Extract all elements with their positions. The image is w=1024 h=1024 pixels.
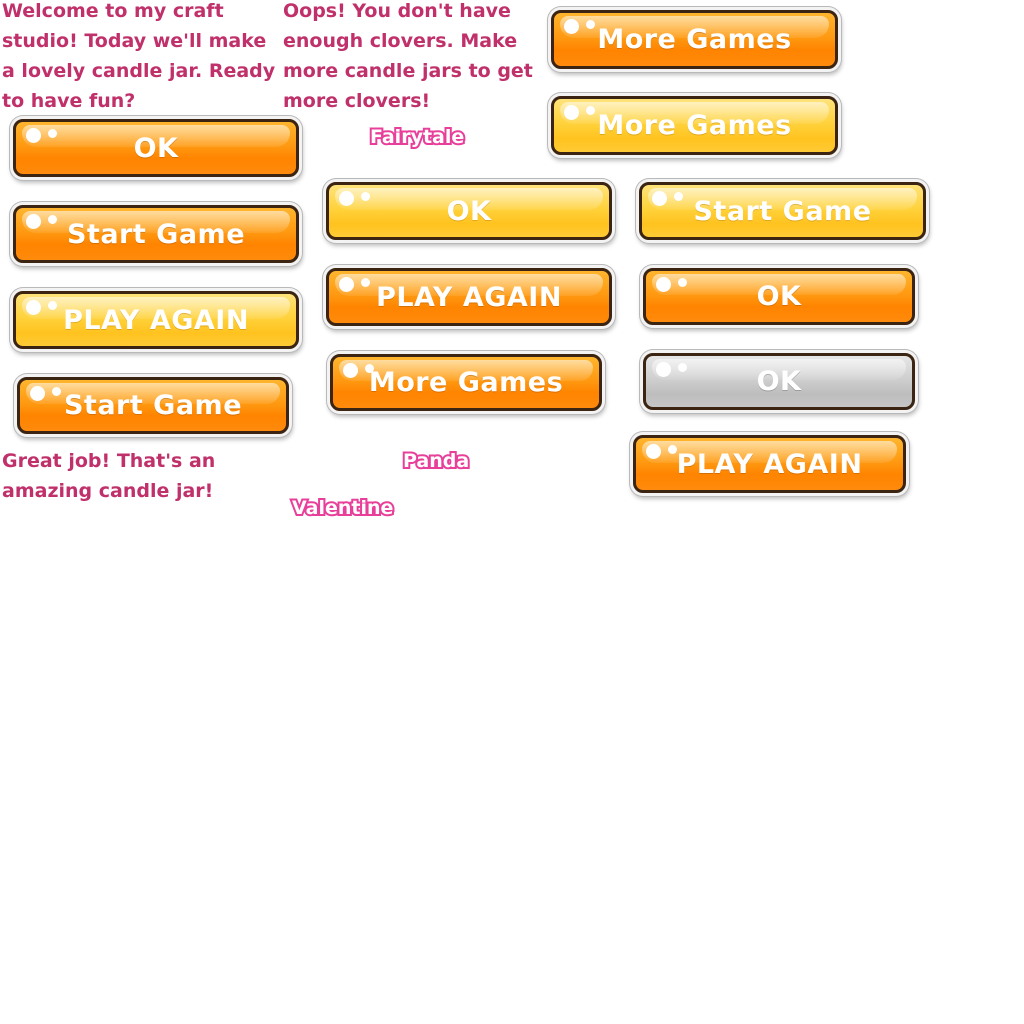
tag-fairytale: Fairytale	[368, 124, 466, 150]
great-job-message: Great job! That's an amazing candle jar!	[2, 450, 216, 502]
shine-dots-decoration	[656, 361, 696, 381]
start-game-button-label: Start Game	[693, 195, 872, 227]
more-games-button-label: More Games	[597, 24, 792, 55]
shine-dots-decoration	[26, 127, 66, 147]
more-games-button[interactable]: More Games	[330, 354, 602, 411]
play-again-button[interactable]: PLAY AGAIN	[13, 291, 299, 349]
ok-button[interactable]: OK	[326, 182, 612, 240]
ok-button[interactable]: OK	[643, 268, 915, 325]
shine-dots-decoration	[339, 276, 379, 296]
start-game-button[interactable]: Start Game	[13, 205, 299, 263]
ok-button-label: OK	[756, 281, 802, 312]
start-game-button-label: Start Game	[63, 390, 243, 421]
shine-dots-decoration	[339, 190, 379, 210]
shine-dots-decoration	[652, 190, 692, 210]
more-games-button-label: More Games	[597, 110, 792, 141]
ok-button-label: OK	[446, 195, 492, 227]
play-again-button-label: PLAY AGAIN	[676, 448, 863, 480]
more-games-button-label: More Games	[368, 367, 564, 398]
ok-button[interactable]: OK	[13, 119, 299, 177]
play-again-button-label: PLAY AGAIN	[63, 304, 249, 336]
start-game-button[interactable]: Start Game	[639, 182, 926, 240]
more-games-button[interactable]: More Games	[551, 96, 838, 155]
shine-dots-decoration	[26, 299, 66, 319]
shine-dots-decoration	[656, 276, 696, 296]
tag-panda: Panda	[401, 448, 471, 474]
sprite-sheet: Welcome to my craft studio! Today we'll …	[0, 0, 1024, 1024]
play-again-button[interactable]: PLAY AGAIN	[326, 268, 612, 326]
shine-dots-decoration	[26, 213, 66, 233]
start-game-button-label: Start Game	[66, 218, 246, 250]
play-again-button[interactable]: PLAY AGAIN	[633, 435, 906, 493]
tag-valentine: Valentine	[290, 495, 395, 521]
start-game-button[interactable]: Start Game	[17, 377, 289, 434]
ok-button-label: OK	[133, 132, 179, 164]
not-enough-clovers-message: Oops! You don't have enough clovers. Mak…	[283, 0, 533, 112]
more-games-button[interactable]: More Games	[551, 10, 838, 69]
play-again-button-label: PLAY AGAIN	[376, 281, 562, 313]
ok-button-label: OK	[756, 366, 802, 397]
welcome-message: Welcome to my craft studio! Today we'll …	[2, 0, 276, 112]
ok-button-disabled[interactable]: OK	[643, 353, 915, 410]
